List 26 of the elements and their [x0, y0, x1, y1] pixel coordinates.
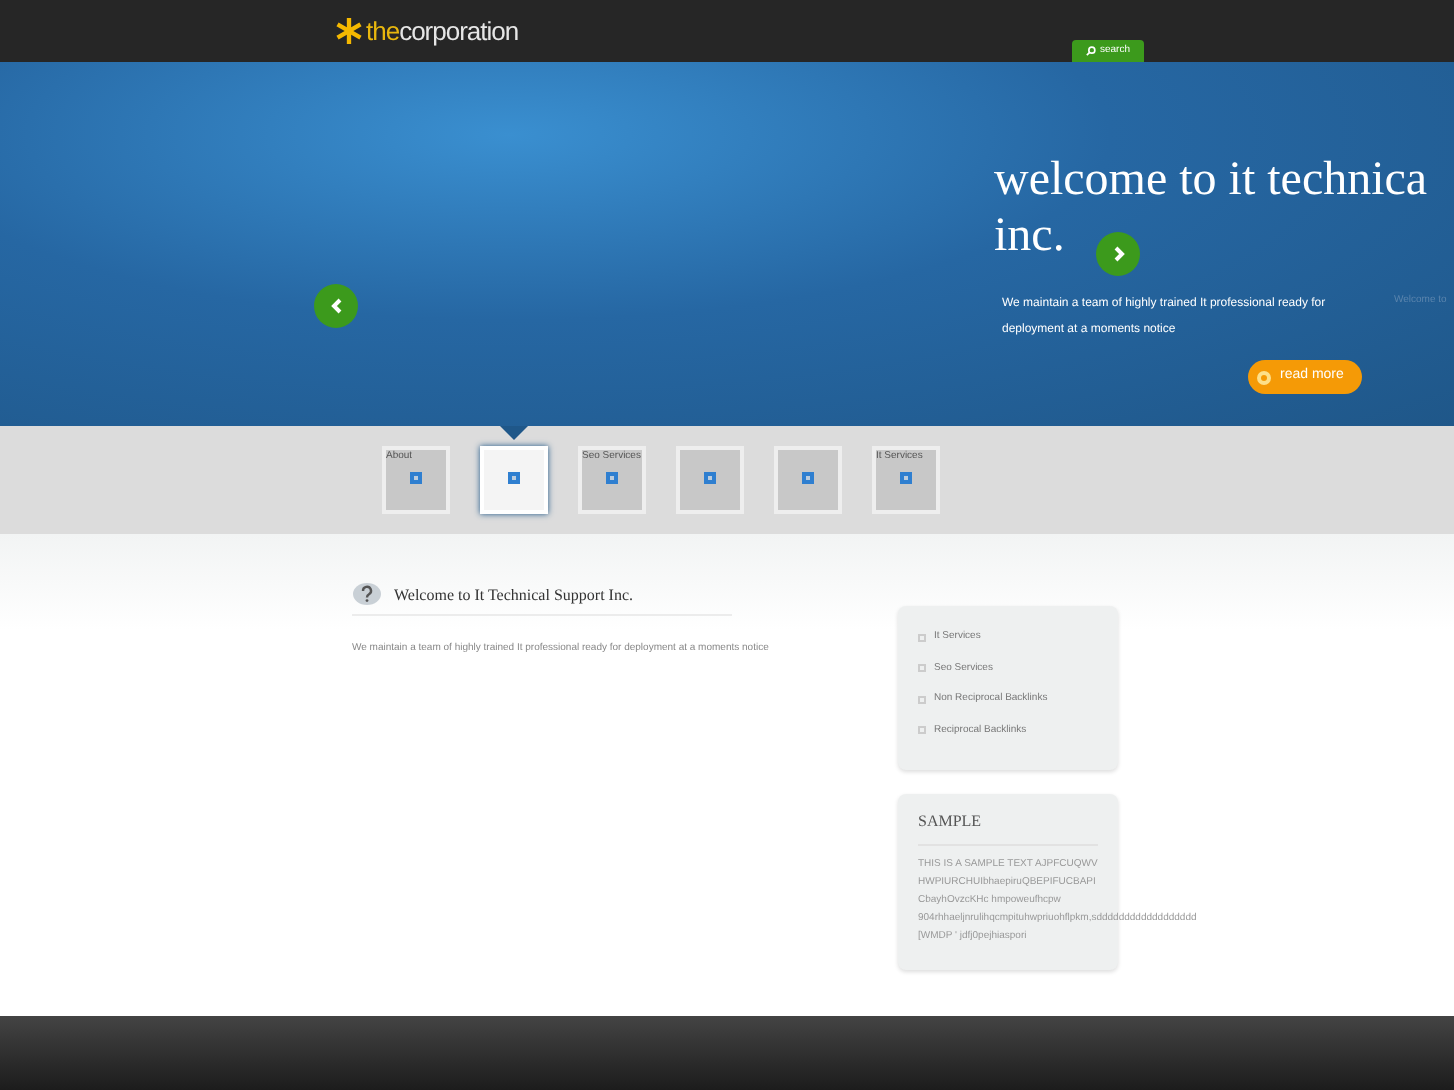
checkbox-icon: [918, 726, 926, 735]
chevron-right-icon: [1111, 246, 1125, 262]
logo-text[interactable]: thecorporation: [366, 12, 519, 51]
image-icon: [410, 472, 422, 484]
checkbox-icon: [918, 664, 926, 673]
hero-title: welcome to it technica: [994, 152, 1428, 208]
thumbnail[interactable]: [676, 446, 744, 514]
image-icon: [606, 472, 618, 484]
checkbox-icon: [918, 695, 926, 704]
previous-button[interactable]: [314, 284, 358, 328]
circle-icon: [1256, 369, 1272, 385]
help-bubble-icon: [352, 582, 382, 608]
image-icon: [508, 472, 520, 484]
checkbox-icon: [918, 633, 926, 642]
chevron-left-icon: [329, 298, 343, 314]
hero-title: inc.: [994, 208, 1065, 264]
image-icon: [900, 472, 912, 484]
sample-title: SAMPLE: [918, 810, 1098, 846]
pointer-icon: [500, 426, 528, 440]
asterisk-icon: [336, 18, 362, 45]
next-button[interactable]: [1096, 232, 1140, 276]
image-icon: [704, 472, 716, 484]
search-icon: [1085, 46, 1096, 56]
image-icon: [802, 472, 814, 484]
thumbnail[interactable]: [774, 446, 842, 514]
main-heading: Welcome to It Technical Support Inc.: [394, 583, 633, 607]
